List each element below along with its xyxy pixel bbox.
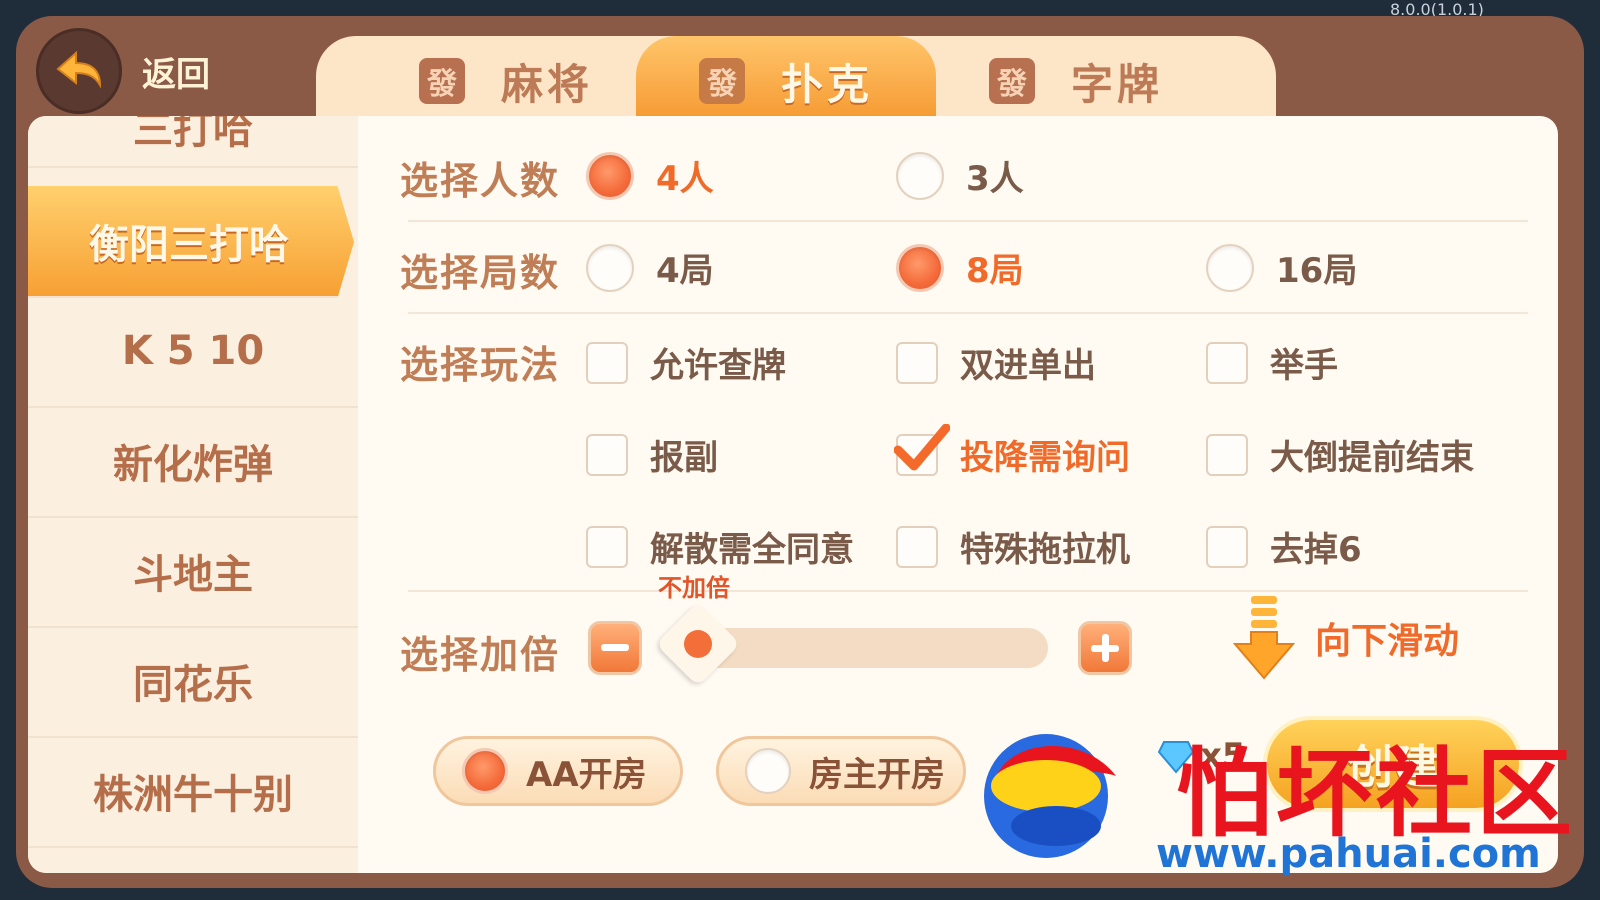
rule-baofu[interactable]: 报副 xyxy=(586,430,718,479)
tab-label: 字牌 xyxy=(1070,59,1163,109)
option-label: 大倒提前结束 xyxy=(1270,438,1474,478)
back-label: 返回 xyxy=(142,54,210,95)
option-label: 3人 xyxy=(966,159,1024,199)
game-list: 三打哈 衡阳三打哈 K 5 10 新化炸弹 斗地主 同花乐 株洲牛十别 xyxy=(28,116,358,873)
rule-double-in-single-out[interactable]: 双进单出 xyxy=(896,338,1096,387)
minus-icon xyxy=(601,644,629,651)
option-label: 4人 xyxy=(656,159,714,199)
players-option-3[interactable]: 3人 xyxy=(896,151,1024,200)
radio-selected[interactable] xyxy=(896,243,944,292)
radio-unselected[interactable] xyxy=(745,748,791,794)
multiplier-value-label: 不加倍 xyxy=(658,574,730,602)
option-label: 特殊拖拉机 xyxy=(960,530,1130,570)
pay-option-owner[interactable]: 房主开房 xyxy=(716,736,966,806)
radio-unselected[interactable] xyxy=(586,243,634,292)
plus-icon xyxy=(1091,634,1119,662)
tile-icon: 發 xyxy=(698,58,745,104)
checkmark-icon xyxy=(894,423,950,470)
multiplier-label: 选择加倍 xyxy=(400,633,561,677)
radio-selected[interactable] xyxy=(462,748,508,794)
down-arrow-icon xyxy=(1233,596,1295,680)
rounds-option-8[interactable]: 8局 xyxy=(896,243,1024,292)
checkbox[interactable] xyxy=(1206,525,1248,568)
watermark-logo-icon xyxy=(966,716,1146,870)
option-label: 双进单出 xyxy=(960,346,1096,386)
back-arrow-icon xyxy=(36,28,122,114)
sidebar-item-xinhua-bomb[interactable]: 新化炸弹 xyxy=(28,406,358,518)
option-label: 16局 xyxy=(1276,251,1358,291)
radio-unselected[interactable] xyxy=(1206,243,1254,292)
sidebar-item-tonghuale[interactable]: 同花乐 xyxy=(28,626,358,738)
tile-icon: 發 xyxy=(988,58,1035,104)
increase-multiplier-button[interactable] xyxy=(1078,621,1132,675)
option-label: 4局 xyxy=(656,251,714,291)
sidebar-item-zhuzhou-niushibie[interactable]: 株洲牛十别 xyxy=(28,736,358,848)
rule-raise-hand[interactable]: 举手 xyxy=(1206,338,1338,387)
checkbox[interactable] xyxy=(586,341,628,384)
option-label: 报副 xyxy=(650,438,718,478)
pay-option-aa[interactable]: AA开房 xyxy=(433,736,683,806)
decrease-multiplier-button[interactable] xyxy=(588,621,642,675)
pay-option-label: 房主开房 xyxy=(809,754,945,795)
divider xyxy=(408,312,1528,314)
scroll-hint: 向下滑动 xyxy=(1233,596,1459,680)
sidebar-item-k510[interactable]: K 5 10 xyxy=(28,296,358,408)
players-option-4[interactable]: 4人 xyxy=(586,151,714,200)
rounds-label: 选择局数 xyxy=(400,251,561,295)
tab-label: 麻将 xyxy=(500,59,593,109)
players-label: 选择人数 xyxy=(400,159,561,203)
tab-mahjong[interactable]: 發 麻将 xyxy=(356,36,656,126)
option-label: 投降需询问 xyxy=(960,438,1130,478)
rule-early-end[interactable]: 大倒提前结束 xyxy=(1206,430,1474,479)
rounds-option-4[interactable]: 4局 xyxy=(586,243,714,292)
rule-dissolve-all-agree[interactable]: 解散需全同意 xyxy=(586,522,854,571)
watermark-url: www.pahuai.com xyxy=(1156,831,1541,877)
room-settings-panel: 返回 發 麻将 發 扑克 發 字牌 三打哈 衡阳三打哈 K 5 10 新化炸弹 … xyxy=(16,16,1584,888)
checkbox[interactable] xyxy=(1206,341,1248,384)
rule-special-tractor[interactable]: 特殊拖拉机 xyxy=(896,522,1130,571)
option-label: 允许查牌 xyxy=(650,346,786,386)
divider xyxy=(408,590,1528,592)
tab-label: 扑克 xyxy=(780,59,873,109)
rounds-option-16[interactable]: 16局 xyxy=(1206,243,1357,292)
tile-icon: 發 xyxy=(418,58,465,104)
divider xyxy=(408,220,1528,222)
sidebar-item-doudizhu[interactable]: 斗地主 xyxy=(28,516,358,628)
checkbox-checked[interactable] xyxy=(894,423,950,476)
sidebar-item-hengyang-sandaha[interactable]: 衡阳三打哈 xyxy=(28,186,354,298)
pay-option-label: AA开房 xyxy=(526,754,647,795)
checkbox[interactable] xyxy=(586,525,628,568)
option-label: 去掉6 xyxy=(1270,530,1362,570)
checkbox[interactable] xyxy=(896,341,938,384)
rules-label: 选择玩法 xyxy=(400,343,561,387)
option-label: 举手 xyxy=(1270,346,1338,386)
tab-zipai[interactable]: 發 字牌 xyxy=(926,36,1226,126)
checkbox[interactable] xyxy=(1206,433,1248,476)
rule-allow-check-cards[interactable]: 允许查牌 xyxy=(586,338,786,387)
rule-remove-six[interactable]: 去掉6 xyxy=(1206,522,1362,571)
option-label: 解散需全同意 xyxy=(650,530,854,570)
radio-unselected[interactable] xyxy=(896,151,944,200)
slider-dot xyxy=(684,630,712,658)
checkbox[interactable] xyxy=(896,525,938,568)
tab-poker[interactable]: 發 扑克 xyxy=(636,36,936,126)
checkbox[interactable] xyxy=(586,433,628,476)
sidebar-item-sandaha[interactable]: 三打哈 xyxy=(28,116,358,168)
rule-surrender-ask[interactable]: 投降需询问 xyxy=(894,423,1130,479)
radio-selected[interactable] xyxy=(586,151,634,200)
scroll-hint-label: 向下滑动 xyxy=(1315,621,1460,662)
option-label: 8局 xyxy=(966,251,1024,291)
back-button[interactable]: 返回 xyxy=(36,28,210,114)
